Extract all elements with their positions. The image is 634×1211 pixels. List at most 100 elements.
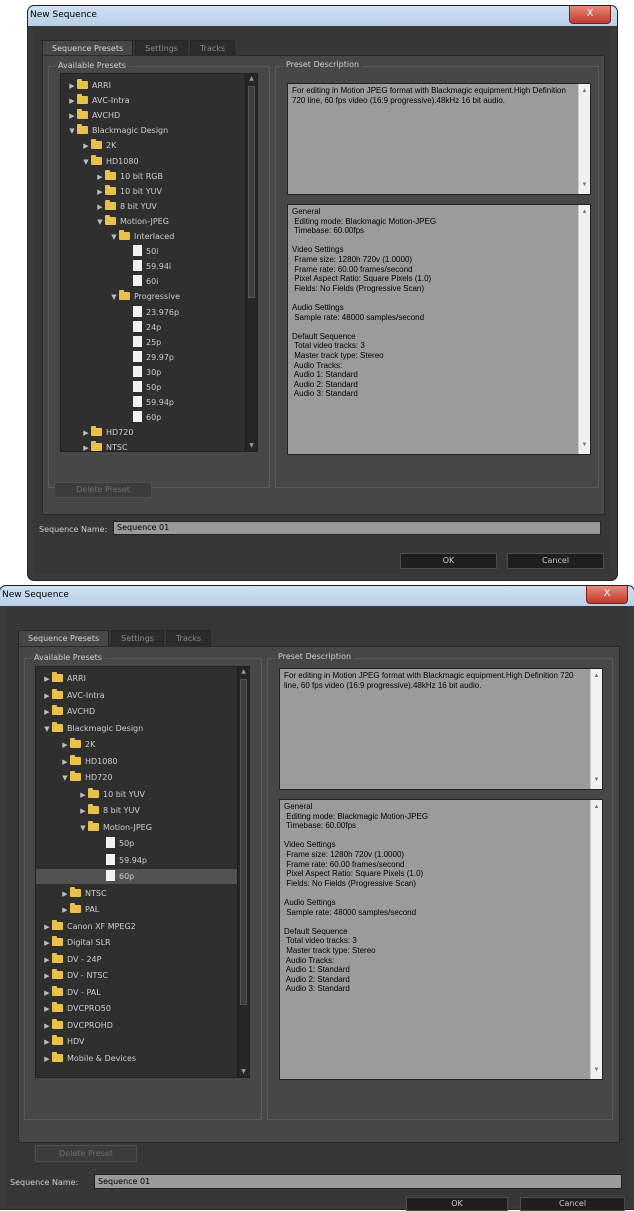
expand-arrow-icon[interactable]: ▶: [42, 1052, 52, 1067]
tree-item[interactable]: ▶ Digital SLR: [36, 935, 237, 950]
tree-item[interactable]: 60i: [61, 274, 245, 289]
description-scrollbar[interactable]: ▲ ▼: [590, 669, 602, 789]
title-bar[interactable]: New Sequence X: [0, 586, 634, 606]
tree-item[interactable]: ▶ ARRI: [61, 78, 245, 93]
tree-item[interactable]: 29.97p: [61, 350, 245, 365]
tree-item[interactable]: 30p: [61, 365, 245, 380]
tree-item[interactable]: ▶ 10 bit YUV: [61, 184, 245, 199]
tree-item[interactable]: ▶ 2K: [61, 138, 245, 153]
tree-item[interactable]: ▶ HD1080: [36, 754, 237, 769]
tree-item[interactable]: 23.976p: [61, 305, 245, 320]
tree-item[interactable]: ▶ NTSC: [61, 440, 245, 451]
expand-arrow-icon[interactable]: ▶: [42, 689, 52, 704]
expand-arrow-icon[interactable]: ▶: [42, 969, 52, 984]
tree-item[interactable]: ▶ AVCHD: [36, 704, 237, 719]
scroll-down-arrow-icon[interactable]: ▼: [238, 1067, 249, 1077]
scroll-up-arrow-icon[interactable]: ▲: [579, 208, 590, 218]
tree-item[interactable]: 59.94p: [61, 395, 245, 410]
expand-arrow-icon[interactable]: ▶: [42, 1002, 52, 1017]
tab-sequence-presets[interactable]: Sequence Presets: [42, 40, 134, 56]
scroll-up-arrow-icon[interactable]: ▲: [591, 672, 602, 682]
sequence-name-input[interactable]: Sequence 01: [113, 521, 601, 535]
tree-item[interactable]: 59.94i: [61, 259, 245, 274]
scroll-down-arrow-icon[interactable]: ▼: [579, 441, 590, 451]
expand-arrow-icon[interactable]: ▶: [42, 953, 52, 968]
tree-item[interactable]: ▶ NTSC: [36, 886, 237, 901]
expand-arrow-icon[interactable]: ▶: [60, 738, 70, 753]
tree-item[interactable]: ▶ 2K: [36, 737, 237, 752]
details-scrollbar[interactable]: ▲ ▼: [590, 800, 602, 1079]
tree-item[interactable]: ▶ HD720: [61, 425, 245, 440]
expand-arrow-icon[interactable]: ▶: [67, 109, 77, 124]
tree-item[interactable]: 25p: [61, 335, 245, 350]
tree-item[interactable]: ▶ 10 bit RGB: [61, 169, 245, 184]
tree-item[interactable]: ▶ AVC-Intra: [61, 93, 245, 108]
details-scrollbar[interactable]: ▲ ▼: [578, 205, 590, 454]
expand-arrow-icon[interactable]: ▶: [60, 755, 70, 770]
expand-arrow-icon[interactable]: ▶: [42, 672, 52, 687]
tree-item[interactable]: ▼ Blackmagic Design: [36, 721, 237, 736]
tree-scrollbar[interactable]: ▲ ▼: [237, 667, 249, 1077]
collapse-arrow-icon[interactable]: ▼: [67, 124, 77, 139]
tree-item[interactable]: ▶ DV - 24P: [36, 952, 237, 967]
tree-item[interactable]: ▶ 8 bit YUV: [61, 199, 245, 214]
expand-arrow-icon[interactable]: ▶: [95, 185, 105, 200]
tree-scrollbar[interactable]: ▲ ▼: [245, 74, 257, 451]
tree-item[interactable]: ▼ HD1080: [61, 154, 245, 169]
collapse-arrow-icon[interactable]: ▼: [95, 215, 105, 230]
tree-item[interactable]: 60p: [36, 869, 237, 884]
tree-item[interactable]: 60p: [61, 410, 245, 425]
tree-item[interactable]: 50p: [36, 836, 237, 851]
tree-item[interactable]: ▶ DVCPROHD: [36, 1018, 237, 1033]
expand-arrow-icon[interactable]: ▶: [81, 441, 91, 451]
tree-item[interactable]: ▼ Blackmagic Design: [61, 123, 245, 138]
tree-item[interactable]: 50i: [61, 244, 245, 259]
ok-button[interactable]: OK: [400, 553, 497, 569]
scroll-down-arrow-icon[interactable]: ▼: [579, 181, 590, 191]
sequence-name-input[interactable]: Sequence 01: [94, 1174, 622, 1189]
tree-item[interactable]: ▼ Motion-JPEG: [61, 214, 245, 229]
description-scrollbar[interactable]: ▲ ▼: [578, 84, 590, 194]
tree-item[interactable]: ▼ Interlaced: [61, 229, 245, 244]
tree-item[interactable]: ▶ DV - PAL: [36, 985, 237, 1000]
collapse-arrow-icon[interactable]: ▼: [109, 290, 119, 305]
expand-arrow-icon[interactable]: ▶: [42, 705, 52, 720]
expand-arrow-icon[interactable]: ▶: [81, 139, 91, 154]
collapse-arrow-icon[interactable]: ▼: [78, 821, 88, 836]
scroll-up-arrow-icon[interactable]: ▲: [591, 803, 602, 813]
expand-arrow-icon[interactable]: ▶: [42, 1035, 52, 1050]
tree-item[interactable]: ▶ Canon XF MPEG2: [36, 919, 237, 934]
expand-arrow-icon[interactable]: ▶: [78, 804, 88, 819]
tree-item[interactable]: ▶ ARRI: [36, 671, 237, 686]
tree-item[interactable]: ▶ DV - NTSC: [36, 968, 237, 983]
tree-item[interactable]: 59.94p: [36, 853, 237, 868]
expand-arrow-icon[interactable]: ▶: [78, 788, 88, 803]
close-button[interactable]: X: [569, 6, 611, 24]
collapse-arrow-icon[interactable]: ▼: [109, 230, 119, 245]
scroll-up-arrow-icon[interactable]: ▲: [238, 667, 249, 677]
tree-item[interactable]: ▼ Motion-JPEG: [36, 820, 237, 835]
tree-item[interactable]: ▶ DVCPRO50: [36, 1001, 237, 1016]
scroll-down-arrow-icon[interactable]: ▼: [591, 776, 602, 786]
expand-arrow-icon[interactable]: ▶: [60, 903, 70, 918]
tree-item[interactable]: 24p: [61, 320, 245, 335]
close-button[interactable]: X: [586, 586, 628, 604]
expand-arrow-icon[interactable]: ▶: [67, 79, 77, 94]
collapse-arrow-icon[interactable]: ▼: [60, 771, 70, 786]
expand-arrow-icon[interactable]: ▶: [67, 94, 77, 109]
scroll-down-arrow-icon[interactable]: ▼: [591, 1066, 602, 1076]
scroll-up-arrow-icon[interactable]: ▲: [579, 87, 590, 97]
tree-item[interactable]: 50p: [61, 380, 245, 395]
tree-item[interactable]: ▶ AVC-Intra: [36, 688, 237, 703]
tab-sequence-presets[interactable]: Sequence Presets: [18, 630, 110, 647]
scrollbar-thumb[interactable]: [240, 679, 247, 1005]
expand-arrow-icon[interactable]: ▶: [42, 920, 52, 935]
scroll-down-arrow-icon[interactable]: ▼: [246, 441, 257, 451]
preset-tree[interactable]: ▶ ARRI ▶ AVC-Intra ▶ AVCHD ▼ Blackmagic Design ▶…: [35, 666, 250, 1078]
expand-arrow-icon[interactable]: ▶: [81, 426, 91, 441]
scroll-up-arrow-icon[interactable]: ▲: [246, 74, 257, 84]
tree-item[interactable]: ▶ HDV: [36, 1034, 237, 1049]
tree-item[interactable]: ▶ AVCHD: [61, 108, 245, 123]
tab-tracks[interactable]: Tracks: [189, 40, 236, 56]
expand-arrow-icon[interactable]: ▶: [42, 1019, 52, 1034]
